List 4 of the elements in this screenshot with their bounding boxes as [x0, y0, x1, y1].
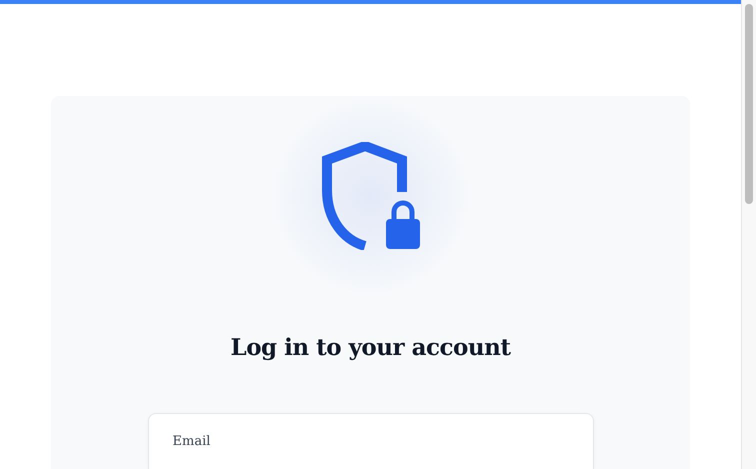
- page-title: Log in to your account: [230, 334, 510, 361]
- shield-lock-icon: [322, 142, 420, 250]
- email-label: Email: [172, 435, 210, 449]
- scrollbar[interactable]: [741, 0, 756, 469]
